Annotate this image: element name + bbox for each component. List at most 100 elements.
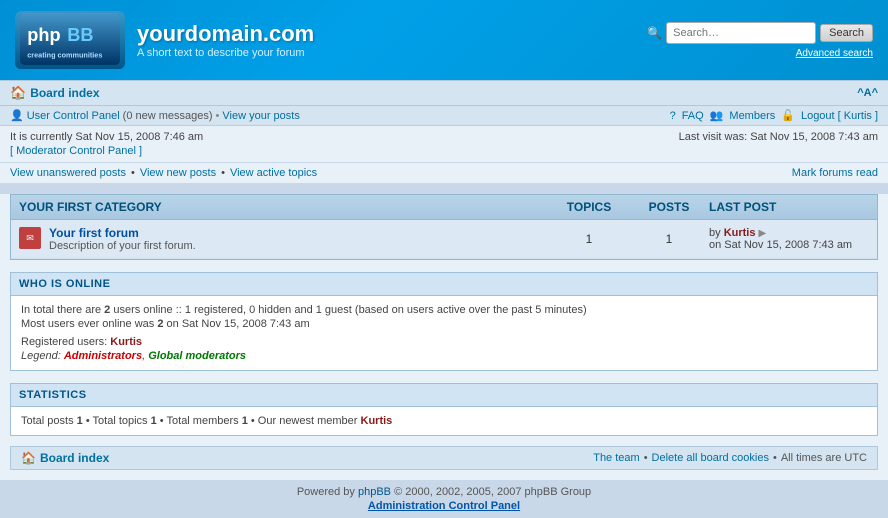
footer-admin: Administration Control Panel bbox=[10, 500, 878, 512]
admin-control-panel-link[interactable]: Administration Control Panel bbox=[368, 500, 520, 512]
mods-link[interactable]: Global moderators bbox=[148, 350, 246, 362]
legend: Legend: Administrators, Global moderator… bbox=[21, 350, 867, 362]
faq-icon: ? bbox=[670, 110, 676, 122]
advanced-search-link[interactable]: Advanced search bbox=[796, 48, 873, 59]
statistics-header: STATISTICS bbox=[10, 383, 878, 407]
new-messages-count: (0 new messages) bbox=[123, 110, 213, 122]
last-post: by Kurtis ▶ on Sat Nov 15, 2008 7:43 am bbox=[709, 227, 869, 251]
timezone-text: All times are UTC bbox=[781, 452, 867, 464]
topics-count: 1 bbox=[549, 232, 629, 246]
info-left: It is currently Sat Nov 15, 2008 7:46 am… bbox=[10, 131, 203, 157]
who-is-online-header: WHO IS ONLINE bbox=[10, 272, 878, 296]
col-posts: POSTS bbox=[629, 200, 709, 214]
site-header: php BB creating communities yourdomain.c… bbox=[0, 0, 888, 80]
home-icon: 🏠 bbox=[10, 85, 26, 101]
active-topics-link[interactable]: View active topics bbox=[230, 167, 317, 179]
statistics-body: Total posts 1 • Total topics 1 • Total m… bbox=[10, 407, 878, 436]
forum-name-link[interactable]: Your first forum bbox=[49, 226, 139, 240]
category-name: YOUR FIRST CATEGORY bbox=[19, 200, 549, 214]
the-team-link[interactable]: The team bbox=[593, 452, 639, 464]
logout-link[interactable]: Logout [ Kurtis ] bbox=[801, 110, 878, 122]
bottom-sep2: • bbox=[773, 452, 777, 464]
mark-forums-read-link[interactable]: Mark forums read bbox=[792, 167, 878, 179]
board-index-link[interactable]: Board index bbox=[30, 86, 99, 100]
stat-topics: 1 bbox=[151, 415, 157, 427]
svg-text:BB: BB bbox=[67, 25, 93, 45]
members-link[interactable]: Members bbox=[729, 110, 775, 122]
forum-desc: Description of your first forum. bbox=[49, 240, 196, 252]
stats-line: Total posts 1 • Total topics 1 • Total m… bbox=[21, 415, 867, 427]
online-total: In total there are 2 users online :: 1 r… bbox=[21, 304, 867, 316]
sep1: • bbox=[216, 110, 220, 122]
moderator-panel-link[interactable]: [ Moderator Control Panel ] bbox=[10, 145, 142, 157]
footer-copy-text: © 2000, 2002, 2005, 2007 phpBB Group bbox=[394, 486, 591, 498]
bottom-board-index-link[interactable]: Board index bbox=[40, 451, 109, 465]
footer: Powered by phpBB © 2000, 2002, 2005, 200… bbox=[0, 480, 888, 518]
kurtis-link-who[interactable]: Kurtis bbox=[110, 336, 142, 348]
logout-icon: 🔓 bbox=[781, 109, 795, 122]
current-time: It is currently Sat Nov 15, 2008 7:46 am bbox=[10, 131, 203, 143]
svg-text:creating communities: creating communities bbox=[27, 51, 102, 60]
logo-image: php BB creating communities bbox=[15, 11, 125, 69]
forum-unread-icon: ✉ bbox=[19, 227, 41, 249]
new-posts-link[interactable]: View new posts bbox=[140, 167, 216, 179]
sep1: • bbox=[131, 167, 135, 179]
mod-panel-link: [ Moderator Control Panel ] bbox=[10, 145, 203, 157]
newest-member-link[interactable]: Kurtis bbox=[361, 415, 393, 427]
who-is-online-body: In total there are 2 users online :: 1 r… bbox=[10, 296, 878, 371]
logo-area: php BB creating communities yourdomain.c… bbox=[15, 11, 314, 69]
breadcrumb: 🏠 Board index bbox=[10, 85, 100, 101]
members-icon: 👥 bbox=[710, 109, 724, 122]
site-desc: A short text to describe your forum bbox=[137, 47, 314, 59]
stat-members: 1 bbox=[242, 415, 248, 427]
footer-copyright: Powered by phpBB © 2000, 2002, 2005, 200… bbox=[10, 486, 878, 498]
bottom-nav: 🏠 Board index The team • Delete all boar… bbox=[10, 446, 878, 470]
admins-link[interactable]: Administrators bbox=[64, 350, 142, 362]
online-count: 2 bbox=[104, 304, 110, 316]
view-posts-link[interactable]: View your posts bbox=[222, 110, 299, 122]
ucp-link[interactable]: User Control Panel bbox=[27, 110, 120, 122]
phpbb-link[interactable]: phpBB bbox=[358, 486, 391, 498]
bottom-sep1: • bbox=[644, 452, 648, 464]
bottom-home-icon: 🏠 bbox=[21, 451, 36, 465]
user-bar: 👤 User Control Panel (0 new messages) • … bbox=[0, 106, 888, 126]
site-title: yourdomain.com bbox=[137, 21, 314, 47]
posts-count: 1 bbox=[629, 232, 709, 246]
links-left: View unanswered posts • View new posts •… bbox=[10, 167, 317, 179]
faq-link[interactable]: FAQ bbox=[682, 110, 704, 122]
user-bar-right: ? FAQ 👥 Members 🔓 Logout [ Kurtis ] bbox=[670, 109, 878, 122]
most-count: 2 bbox=[157, 318, 163, 330]
user-bar-left: 👤 User Control Panel (0 new messages) • … bbox=[10, 109, 300, 122]
col-topics: TOPICS bbox=[549, 200, 629, 214]
bottom-nav-left: 🏠 Board index bbox=[21, 451, 109, 465]
search-area: 🔍 Search Advanced search bbox=[647, 22, 873, 59]
info-bar: It is currently Sat Nov 15, 2008 7:46 am… bbox=[0, 126, 888, 163]
nav-bar: 🏠 Board index ^A^ bbox=[0, 80, 888, 106]
forum-table: ✉ Your first forum Description of your f… bbox=[10, 220, 878, 260]
stat-posts: 1 bbox=[77, 415, 83, 427]
main-content: YOUR FIRST CATEGORY TOPICS POSTS LAST PO… bbox=[0, 194, 888, 480]
forum-info: ✉ Your first forum Description of your f… bbox=[19, 226, 549, 252]
last-post-time: on Sat Nov 15, 2008 7:43 am bbox=[709, 239, 852, 251]
links-bar: View unanswered posts • View new posts •… bbox=[0, 163, 888, 184]
view-latest-icon: ▶ bbox=[759, 228, 767, 239]
info-right: Last visit was: Sat Nov 15, 2008 7:43 am bbox=[679, 131, 878, 143]
category-header: YOUR FIRST CATEGORY TOPICS POSTS LAST PO… bbox=[10, 194, 878, 220]
unanswered-link[interactable]: View unanswered posts bbox=[10, 167, 126, 179]
search-button[interactable]: Search bbox=[820, 24, 873, 42]
table-row: ✉ Your first forum Description of your f… bbox=[11, 220, 877, 259]
search-icon: 🔍 bbox=[647, 26, 662, 40]
svg-text:php: php bbox=[27, 25, 60, 45]
site-title-area: yourdomain.com A short text to describe … bbox=[137, 21, 314, 59]
forum-details: Your first forum Description of your fir… bbox=[49, 226, 196, 252]
delete-cookies-link[interactable]: Delete all board cookies bbox=[652, 452, 769, 464]
sep2: • bbox=[221, 167, 225, 179]
logo-overlay: php BB creating communities bbox=[20, 11, 120, 69]
online-most: Most users ever online was 2 on Sat Nov … bbox=[21, 318, 867, 330]
last-poster-link[interactable]: Kurtis bbox=[724, 227, 756, 239]
ucp-icon: 👤 bbox=[10, 109, 24, 122]
bottom-nav-right: The team • Delete all board cookies • Al… bbox=[593, 452, 867, 464]
col-last: LAST POST bbox=[709, 200, 869, 214]
search-input[interactable] bbox=[666, 22, 816, 44]
search-box: 🔍 Search bbox=[647, 22, 873, 44]
